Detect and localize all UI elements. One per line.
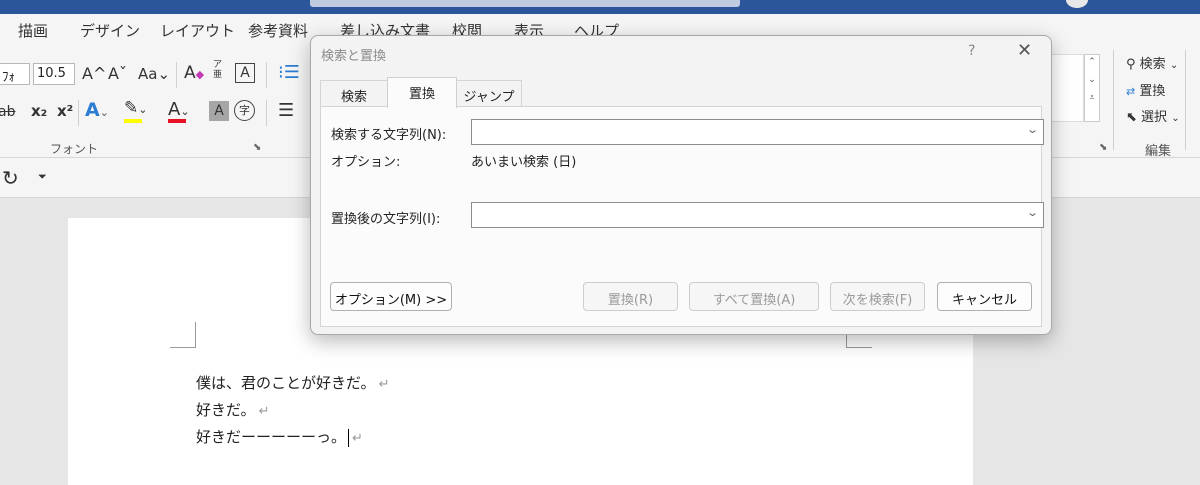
grow-font-button[interactable]: A^: [82, 64, 106, 83]
edit-group-label: 編集: [1145, 144, 1172, 159]
account-avatar[interactable]: [1066, 0, 1088, 8]
character-border-button[interactable]: A: [235, 63, 255, 83]
text-cursor: [348, 429, 350, 447]
find-replace-dialog: 検索と置換 ? ✕ 検索 置換 ジャンプ 検索する文字列(N): ⌄ オプション…: [310, 35, 1052, 335]
crop-mark-left: [170, 322, 196, 348]
options-label: オプション:: [331, 155, 401, 170]
tab-find[interactable]: 検索: [320, 80, 388, 107]
replace-with-input[interactable]: ⌄: [471, 202, 1044, 228]
divider: [1113, 50, 1114, 150]
select-label: 選択: [1141, 110, 1168, 125]
highlight-icon[interactable]: ✎⌄: [124, 98, 147, 118]
cancel-button[interactable]: キャンセル: [937, 282, 1032, 311]
title-bar: [0, 0, 1200, 14]
replace-button-dialog[interactable]: 置換(R): [583, 282, 678, 311]
shrink-font-button[interactable]: Aˇ: [108, 64, 127, 83]
tab-replace[interactable]: 置換: [387, 77, 457, 108]
font-name-select[interactable]: ﾌｫ: [0, 63, 30, 85]
replace-with-label: 置換後の文字列(I):: [331, 212, 441, 227]
help-icon[interactable]: ?: [968, 43, 975, 59]
title-search-box[interactable]: [310, 0, 740, 7]
scroll-up-icon[interactable]: ⌃: [1085, 57, 1099, 67]
tab-references[interactable]: 参考資料: [248, 20, 308, 41]
clear-formatting-icon[interactable]: A◆: [184, 63, 204, 83]
text-line[interactable]: 好きだ。 ↵: [196, 399, 269, 420]
tab-goto[interactable]: ジャンプ: [456, 80, 522, 107]
subscript-button[interactable]: x₂: [31, 102, 47, 120]
divider: [266, 62, 267, 88]
font-color-icon[interactable]: A⌄: [168, 99, 190, 120]
options-value: あいまい検索 (日): [471, 155, 577, 170]
find-what-label: 検索する文字列(N):: [331, 128, 447, 143]
tab-draw[interactable]: 描画: [18, 20, 48, 41]
paragraph-mark-icon: ↵: [258, 404, 270, 419]
more-options-button[interactable]: オプション(M) >>: [330, 282, 452, 311]
find-next-button[interactable]: 次を検索(F): [830, 282, 925, 311]
font-color-letter: A: [168, 99, 181, 120]
align-left-icon[interactable]: ☰: [278, 100, 294, 121]
cursor-icon: ⬉: [1126, 110, 1137, 125]
highlight-color-bar: [124, 119, 142, 123]
redo-icon[interactable]: ↻: [2, 166, 19, 190]
find-what-input[interactable]: ⌄: [471, 119, 1044, 145]
text-effects-icon[interactable]: A⌄: [85, 99, 109, 121]
strikethrough-button[interactable]: ab: [0, 104, 15, 120]
replace-label: 置換: [1139, 84, 1166, 99]
font-group-label: フォント: [50, 142, 99, 156]
styles-scroll[interactable]: ⌃ ⌄ ⩡: [1084, 54, 1100, 122]
character-shading-button[interactable]: A: [209, 101, 229, 121]
customize-toolbar-icon[interactable]: ⏷: [38, 170, 47, 184]
change-case-button[interactable]: Aa⌄: [138, 65, 170, 83]
paragraph-mark-icon: ↵: [352, 431, 363, 446]
enclose-characters-button[interactable]: 字: [234, 100, 255, 121]
divider: [78, 100, 79, 126]
chevron-down-icon[interactable]: ⌄: [1026, 206, 1039, 219]
tab-design[interactable]: デザイン: [80, 20, 140, 41]
phonetic-guide-icon[interactable]: ア亜: [213, 60, 222, 80]
line-text: 好きだ。: [196, 401, 256, 419]
replace-icon: ⇄: [1126, 85, 1136, 98]
select-button[interactable]: ⬉ 選択 ⌄: [1126, 106, 1180, 125]
line-text: 僕は、君のことが好きだ。: [196, 374, 376, 392]
divider: [176, 62, 177, 88]
styles-gallery[interactable]: [1050, 54, 1084, 122]
line-text: 好きだーーーーーっ。: [196, 428, 347, 446]
dialog-title: 検索と置換: [321, 49, 387, 64]
find-label: 検索: [1139, 57, 1166, 72]
tab-layout[interactable]: レイアウト: [160, 20, 235, 41]
search-icon: ⚲: [1126, 57, 1136, 72]
change-case-label: Aa: [138, 65, 158, 83]
more-styles-icon[interactable]: ⩡: [1085, 93, 1099, 103]
font-color-bar: [168, 119, 186, 123]
phonetic-bottom: 亜: [213, 70, 223, 80]
close-icon[interactable]: ✕: [1017, 40, 1032, 61]
bullets-icon[interactable]: ⁝☰: [278, 62, 300, 83]
styles-dialog-launcher-icon[interactable]: ⬊: [1099, 142, 1107, 153]
superscript-button[interactable]: x²: [57, 102, 73, 120]
replace-button[interactable]: ⇄ 置換: [1126, 80, 1165, 99]
text-line[interactable]: 好きだーーーーーっ。 ↵: [196, 426, 363, 447]
phonetic-top: ア: [213, 60, 223, 70]
divider: [1185, 50, 1186, 150]
paragraph-mark-icon: ↵: [378, 377, 390, 392]
find-button[interactable]: ⚲ 検索 ⌄: [1126, 53, 1178, 72]
divider: [266, 100, 267, 126]
replace-all-button[interactable]: すべて置換(A): [689, 282, 819, 311]
font-dialog-launcher-icon[interactable]: ⬊: [253, 142, 261, 153]
font-size-value: 10.5: [37, 66, 66, 81]
text-line[interactable]: 僕は、君のことが好きだ。 ↵: [196, 372, 389, 393]
chevron-down-icon[interactable]: ⌄: [1026, 123, 1039, 136]
font-size-select[interactable]: 10.5: [33, 63, 75, 85]
scroll-down-icon[interactable]: ⌄: [1085, 75, 1099, 85]
